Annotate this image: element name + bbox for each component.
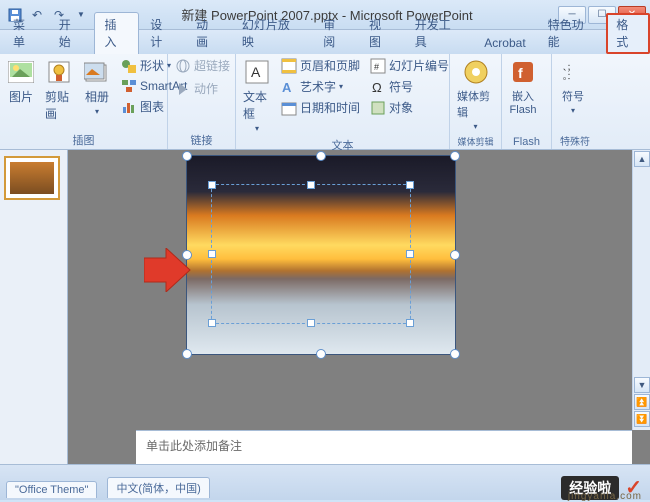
slidenum-button[interactable]: #幻灯片编号 (367, 56, 452, 75)
tab-animations[interactable]: 动画 (185, 12, 231, 54)
tab-insert[interactable]: 插入 (94, 12, 140, 54)
flash-button[interactable]: f 嵌入 Flash (506, 56, 540, 118)
album-label: 相册 (85, 88, 109, 105)
vertical-scrollbar[interactable]: ▲ ▼ ⏫ ⏬ (632, 150, 650, 430)
tab-home[interactable]: 开始 (48, 12, 94, 54)
slide-thumbnail-panel: 1 (0, 150, 68, 464)
wordart-icon: A (281, 79, 297, 95)
svg-text:A: A (282, 80, 292, 95)
resize-handle-s[interactable] (316, 349, 326, 359)
group-links-label: 链接 (172, 130, 231, 149)
media-icon (462, 58, 490, 86)
scroll-down-icon[interactable]: ▼ (634, 377, 650, 393)
tab-slideshow[interactable]: 幻灯片放映 (231, 12, 312, 54)
svg-text:。：: 。： (563, 72, 575, 81)
wordart-button[interactable]: A艺术字 ▾ (278, 77, 363, 96)
flash-icon: f (509, 58, 537, 86)
object-icon (370, 100, 386, 116)
smartart-icon (121, 78, 137, 94)
action-button: 动作 (172, 79, 231, 98)
resize-handle-nw[interactable] (182, 151, 192, 161)
resize-handle-n[interactable] (316, 151, 326, 161)
slide-canvas[interactable]: 单击此处添加备注 ▲ ▼ ⏫ ⏬ (68, 150, 650, 464)
tab-menu[interactable]: 菜单 (2, 12, 48, 54)
svg-text:#: # (374, 62, 379, 72)
scroll-up-icon[interactable]: ▲ (634, 151, 650, 167)
shapes-icon (121, 58, 137, 74)
group-flash-label: Flash (506, 134, 547, 149)
svg-text:、；: 、； (563, 63, 575, 72)
special-symbol-button[interactable]: 、；。： 符号 ▾ (556, 56, 590, 117)
resize-handle-e[interactable] (450, 250, 460, 260)
svg-text:Ω: Ω (372, 80, 382, 95)
status-bar: "Office Theme" 中文(简体，中国) 经验啦 ✓ jingyanla… (0, 464, 650, 500)
hyperlink-button: 超链接 (172, 56, 231, 75)
object-button[interactable]: 对象 (367, 98, 452, 117)
group-symbols-label: 特殊符 (556, 131, 594, 149)
tab-design[interactable]: 设计 (139, 12, 185, 54)
tab-format[interactable]: 格式 (606, 13, 650, 54)
status-language: 中文(简体，中国) (107, 477, 209, 498)
tab-developer[interactable]: 开发工具 (404, 12, 474, 54)
symbol-button[interactable]: Ω符号 (367, 77, 452, 96)
symbol-icon: Ω (370, 79, 386, 95)
crop-box[interactable] (211, 184, 411, 324)
notes-pane[interactable]: 单击此处添加备注 (136, 430, 632, 464)
headerfooter-button[interactable]: 页眉和页脚 (278, 56, 363, 75)
chart-icon (121, 99, 137, 115)
svg-text:f: f (518, 65, 523, 81)
notes-placeholder: 单击此处添加备注 (146, 439, 242, 453)
clipart-icon (45, 58, 73, 86)
red-arrow-annotation (144, 248, 192, 292)
slide-thumbnail-1[interactable] (4, 156, 60, 200)
group-media-label: 媒体剪辑 (454, 133, 497, 149)
ribbon-tabs: 菜单 开始 插入 设计 动画 幻灯片放映 审阅 视图 开发工具 Acrobat … (0, 30, 650, 54)
album-button[interactable]: 相册 ▾ (80, 56, 114, 118)
inserted-image[interactable] (186, 155, 456, 355)
prev-slide-icon[interactable]: ⏫ (634, 394, 650, 410)
tab-view[interactable]: 视图 (358, 12, 404, 54)
album-icon (83, 58, 111, 86)
resize-handle-ne[interactable] (450, 151, 460, 161)
tab-review[interactable]: 审阅 (312, 12, 358, 54)
action-icon (175, 81, 191, 97)
clipart-label: 剪贴画 (45, 88, 73, 122)
group-illustrations-label: 插图 (4, 130, 163, 149)
picture-button[interactable]: 图片 (4, 56, 38, 107)
hyperlink-icon (175, 58, 191, 74)
next-slide-icon[interactable]: ⏬ (634, 411, 650, 427)
chevron-down-icon: ▾ (95, 107, 99, 116)
textbox-button[interactable]: A 文本框 ▾ (240, 56, 274, 135)
resize-handle-se[interactable] (450, 349, 460, 359)
ribbon: 图片 剪贴画 相册 ▾ 形状 ▾ SmartArt 图表 插图 超链接 动作 链… (0, 54, 650, 150)
picture-label: 图片 (9, 88, 33, 105)
tab-acrobat[interactable]: Acrobat (473, 32, 536, 54)
textbox-icon: A (243, 58, 271, 86)
slidenum-icon: # (370, 58, 386, 74)
status-theme: "Office Theme" (6, 481, 97, 498)
media-button[interactable]: 媒体剪辑 ▾ (454, 56, 497, 133)
headerfooter-icon (281, 58, 297, 74)
clipart-button[interactable]: 剪贴画 (42, 56, 76, 124)
svg-text:A: A (251, 64, 261, 80)
resize-handle-sw[interactable] (182, 349, 192, 359)
datetime-button[interactable]: 日期和时间 (278, 98, 363, 117)
datetime-icon (281, 100, 297, 116)
tab-special[interactable]: 特色功能 (537, 12, 607, 54)
special-symbol-icon: 、；。： (559, 58, 587, 86)
picture-icon (7, 58, 35, 86)
